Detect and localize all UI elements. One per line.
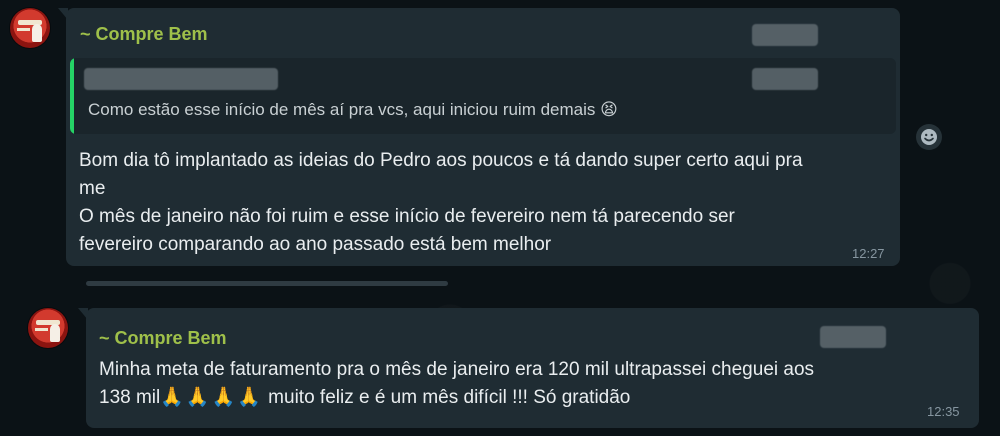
- redacted-phone: [820, 326, 886, 348]
- message-line: fevereiro comparando ao ano passado está…: [79, 234, 552, 255]
- redacted-phone: [752, 24, 818, 46]
- tired-face-emoji-icon: 😫: [600, 100, 618, 119]
- quote-text: Como estão esse início de mês aí pra vcs…: [88, 100, 618, 119]
- redacted-quote-phone: [752, 68, 818, 90]
- sender-avatar[interactable]: [28, 308, 68, 348]
- message-line: O mês de janeiro não foi ruim e esse iní…: [79, 206, 735, 227]
- redacted-quote-sender: [84, 68, 278, 90]
- message-bubble[interactable]: ~ Compre Bem Minha meta de faturamento p…: [78, 308, 979, 428]
- sender-name[interactable]: ~ Compre Bem: [99, 328, 227, 349]
- message-time: 12:35: [927, 404, 960, 419]
- quoted-message[interactable]: Como estão esse início de mês aí pra vcs…: [70, 58, 896, 134]
- quote-bar: [70, 58, 74, 134]
- sender-avatar[interactable]: [10, 8, 50, 48]
- message-time: 12:27: [852, 246, 885, 261]
- message-line: Bom dia tô implantado as ideias do Pedro…: [79, 150, 803, 171]
- horizontal-scrollbar[interactable]: [86, 281, 448, 286]
- message-line: Minha meta de faturamento pra o mês de j…: [99, 359, 815, 380]
- message-line: 138 mil🙏🙏🙏🙏 muito feliz e é um mês difíc…: [99, 384, 630, 412]
- emoji-reaction-icon[interactable]: [916, 124, 942, 150]
- message-bubble[interactable]: ~ Compre Bem Como estão esse início de m…: [58, 8, 900, 266]
- folded-hands-emoji-icon: 🙏🙏🙏🙏: [160, 387, 263, 408]
- sender-name[interactable]: ~ Compre Bem: [80, 24, 208, 45]
- message-line: me: [79, 178, 106, 199]
